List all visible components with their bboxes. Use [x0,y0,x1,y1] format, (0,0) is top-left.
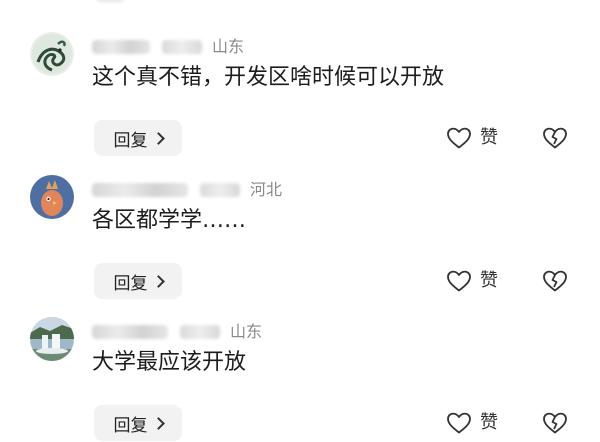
comment-meta: 山东 [92,321,262,343]
heart-outline-icon [447,127,471,149]
comment-item: 山东 这个真不错，开发区啥时候可以开放 回复 赞 [0,32,600,174]
like-button[interactable]: 赞 [446,267,498,295]
reply-button[interactable]: 回复 [94,120,182,156]
comment-text: 各区都学学…… [92,208,247,233]
like-label: 赞 [480,270,498,291]
dislike-button[interactable] [541,267,569,295]
avatar[interactable] [30,175,74,219]
avatar-cartoon-image [30,175,74,219]
reply-button[interactable]: 回复 [94,263,182,299]
blurred-username [92,183,188,197]
reply-label: 回复 [113,130,148,151]
comment-meta: 河北 [92,179,282,201]
like-button[interactable]: 赞 [446,124,498,152]
reply-label: 回复 [113,415,148,436]
heart-outline-icon [447,270,471,292]
like-button[interactable]: 赞 [446,409,498,437]
blurred-date [200,183,240,197]
chevron-right-icon [151,274,165,288]
reply-button[interactable]: 回复 [94,405,182,441]
like-label: 赞 [480,127,498,148]
blurred-date [162,40,202,54]
blurred-username [92,40,150,54]
blurred-username [92,325,168,339]
reply-label: 回复 [113,273,148,294]
comment-item: 山东 大学最应该开放 回复 赞 [0,317,600,442]
avatar[interactable] [30,32,74,76]
comment-text: 这个真不错，开发区啥时候可以开放 [92,65,445,90]
comment-item: 河北 各区都学学…… 回复 赞 [0,175,600,317]
dislike-button[interactable] [541,409,569,437]
dislike-button[interactable] [541,124,569,152]
broken-heart-icon [543,270,567,292]
chevron-right-icon [151,131,165,145]
avatar-waterfall-image [30,317,74,361]
blurred-date [180,325,220,339]
location-label: 河北 [250,180,283,199]
heart-outline-icon [447,412,471,434]
avatar[interactable] [30,317,74,361]
comment-text: 大学最应该开放 [92,350,247,375]
previous-comment-remnant [96,0,124,2]
location-label: 山东 [212,37,245,56]
broken-heart-icon [543,412,567,434]
comment-meta: 山东 [92,36,244,58]
chevron-right-icon [151,416,165,430]
location-label: 山东 [230,322,263,341]
like-label: 赞 [480,412,498,433]
avatar-dragon-image [30,32,74,76]
broken-heart-icon [543,127,567,149]
